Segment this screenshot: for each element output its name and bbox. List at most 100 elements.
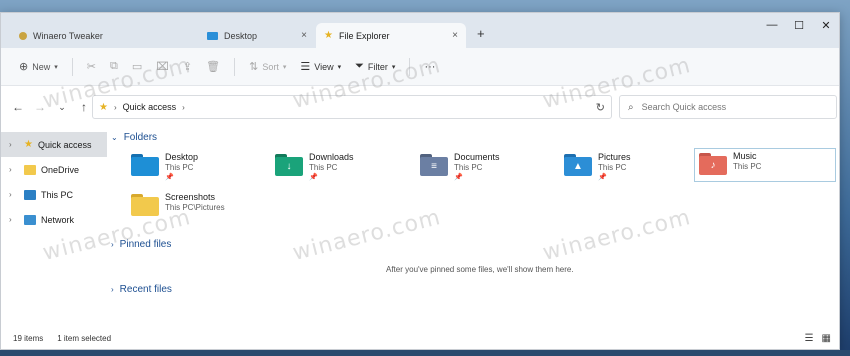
- folder-location: This PC: [733, 162, 762, 171]
- status-bar: 19 items 1 item selected ☰ ▦: [1, 327, 839, 349]
- share-icon: ⇪: [182, 61, 193, 73]
- sidebar-item-label: Quick access: [37, 139, 92, 150]
- more-options-button[interactable]: ···: [418, 54, 441, 80]
- pin-icon: 📌: [454, 174, 463, 181]
- folder-documents[interactable]: ≡ Documents This PC 📌: [416, 150, 558, 184]
- maximize-button[interactable]: ☐: [784, 13, 814, 37]
- chevron-right-icon[interactable]: ›: [9, 215, 19, 224]
- view-button[interactable]: ☰ View ▾: [294, 54, 347, 80]
- item-count: 19 items: [13, 333, 44, 343]
- close-window-button[interactable]: ✕: [811, 13, 839, 37]
- paste-button[interactable]: ▭: [126, 54, 148, 80]
- address-bar[interactable]: ★ › Quick access › ↻: [92, 95, 612, 119]
- tiles-view-icon[interactable]: ▦: [822, 333, 831, 344]
- pictures-folder-icon: ▲: [564, 154, 592, 176]
- sort-button[interactable]: ⇅ Sort ▾: [243, 54, 292, 80]
- tab-label: File Explorer: [338, 30, 390, 41]
- star-icon: ★: [99, 101, 108, 113]
- view-label: View: [314, 61, 334, 72]
- pin-icon: 📌: [598, 174, 607, 181]
- chevron-right-icon[interactable]: ›: [9, 140, 19, 149]
- winaero-icon: [19, 31, 27, 40]
- chevron-right-icon[interactable]: ›: [9, 165, 19, 174]
- minimize-button[interactable]: —: [757, 13, 787, 37]
- more-icon: ···: [424, 60, 436, 73]
- folder-name: Pictures: [598, 152, 631, 162]
- forward-arrow-icon[interactable]: →: [29, 100, 51, 114]
- desktop-folder-icon: [131, 154, 159, 176]
- share-button[interactable]: ⇪: [177, 54, 198, 80]
- star-icon: ★: [24, 139, 33, 150]
- close-icon[interactable]: ×: [301, 30, 307, 41]
- recent-files-section-header[interactable]: › Recent files: [111, 284, 172, 295]
- folder-location: This PC: [165, 163, 194, 172]
- folder-name: Music: [733, 151, 757, 161]
- folder-desktop[interactable]: Desktop This PC 📌: [127, 150, 269, 184]
- tab-file-explorer[interactable]: ★ File Explorer ×: [316, 23, 466, 48]
- sort-icon: ⇅: [249, 61, 259, 73]
- section-title: Recent files: [119, 284, 172, 295]
- sidebar-item-network[interactable]: › Network: [1, 207, 107, 232]
- clipboard-icon: ▭: [131, 61, 143, 73]
- screenshots-folder-icon: [131, 194, 159, 216]
- back-arrow-icon[interactable]: ←: [7, 100, 29, 114]
- chevron-down-icon: ▾: [282, 63, 287, 71]
- command-bar: ⊕ New ▾ ✂ ⧉ ▭ ⌧ ⇪ 🗑 ⇅ Sort ▾ ☰ View ▾ ⏷ …: [1, 48, 839, 86]
- new-button[interactable]: ⊕ New ▾: [13, 54, 64, 80]
- delete-button[interactable]: 🗑: [200, 54, 226, 80]
- refresh-icon[interactable]: ↻: [596, 101, 605, 114]
- separator: [71, 57, 73, 76]
- details-view-icon[interactable]: ☰: [805, 333, 814, 344]
- chevron-right-icon[interactable]: ›: [9, 190, 19, 199]
- copy-icon: ⧉: [109, 60, 118, 72]
- folder-music[interactable]: ♪ Music This PC: [694, 148, 836, 182]
- sidebar-item-onedrive[interactable]: › OneDrive: [1, 157, 107, 182]
- close-icon[interactable]: ×: [452, 30, 458, 41]
- filter-button[interactable]: ⏷ Filter ▾: [349, 54, 401, 80]
- star-icon: ★: [324, 30, 333, 41]
- folder-name: Screenshots: [165, 192, 216, 202]
- breadcrumb-quick-access[interactable]: Quick access: [123, 102, 177, 112]
- folder-downloads[interactable]: ↓ Downloads This PC 📌: [271, 150, 413, 184]
- search-placeholder: Search Quick access: [641, 102, 727, 112]
- tab-winaero-tweaker[interactable]: Winaero Tweaker: [11, 23, 196, 48]
- chevron-down-icon: ▾: [54, 63, 58, 71]
- pin-icon: 📌: [309, 174, 318, 181]
- folder-icon: [24, 164, 36, 175]
- copy-button[interactable]: ⧉: [104, 54, 124, 80]
- pinned-files-section-header[interactable]: › Pinned files: [111, 239, 171, 250]
- file-explorer-window: Winaero Tweaker Desktop × ★ File Explore…: [0, 12, 840, 350]
- new-label: New: [32, 61, 51, 72]
- documents-folder-icon: ≡: [420, 154, 448, 176]
- section-title: Pinned files: [119, 239, 172, 250]
- chevron-right-icon: ›: [111, 285, 114, 294]
- content-pane: ⌄ Folders Desktop This PC 📌 ↓ Downloads …: [107, 128, 839, 327]
- trash-icon: 🗑: [206, 61, 221, 73]
- sidebar-item-label: This PC: [41, 189, 74, 200]
- downloads-folder-icon: ↓: [275, 154, 303, 176]
- folder-name: Desktop: [165, 152, 199, 162]
- folder-pictures[interactable]: ▲ Pictures This PC 📌: [560, 150, 702, 184]
- sidebar-item-label: Network: [41, 214, 75, 225]
- tab-desktop[interactable]: Desktop ×: [199, 23, 315, 48]
- folders-section-header[interactable]: ⌄ Folders: [111, 132, 157, 143]
- sidebar-item-this-pc[interactable]: › This PC: [1, 182, 107, 207]
- recent-locations-chevron-icon[interactable]: ⌄: [51, 102, 73, 113]
- sidebar-item-quick-access[interactable]: › ★ Quick access: [1, 132, 107, 157]
- title-bar: Winaero Tweaker Desktop × ★ File Explore…: [1, 13, 839, 48]
- folder-location: This PC: [309, 163, 338, 172]
- cut-button[interactable]: ✂: [81, 54, 102, 80]
- filter-icon: ⏷: [355, 60, 364, 72]
- new-tab-button[interactable]: +: [477, 26, 485, 41]
- plus-circle-icon: ⊕: [19, 61, 29, 73]
- rename-icon: ⌧: [156, 61, 169, 73]
- breadcrumb-chevron-icon: ›: [113, 102, 117, 112]
- sidebar-item-label: OneDrive: [41, 164, 80, 175]
- monitor-icon: [24, 189, 36, 200]
- folder-location: This PC: [454, 163, 483, 172]
- filter-label: Filter: [367, 61, 388, 72]
- rename-button[interactable]: ⌧: [150, 54, 175, 80]
- folder-screenshots[interactable]: Screenshots This PC\Pictures: [127, 190, 269, 224]
- search-box[interactable]: ⌕ Search Quick access: [619, 95, 837, 119]
- folder-name: Documents: [454, 152, 500, 162]
